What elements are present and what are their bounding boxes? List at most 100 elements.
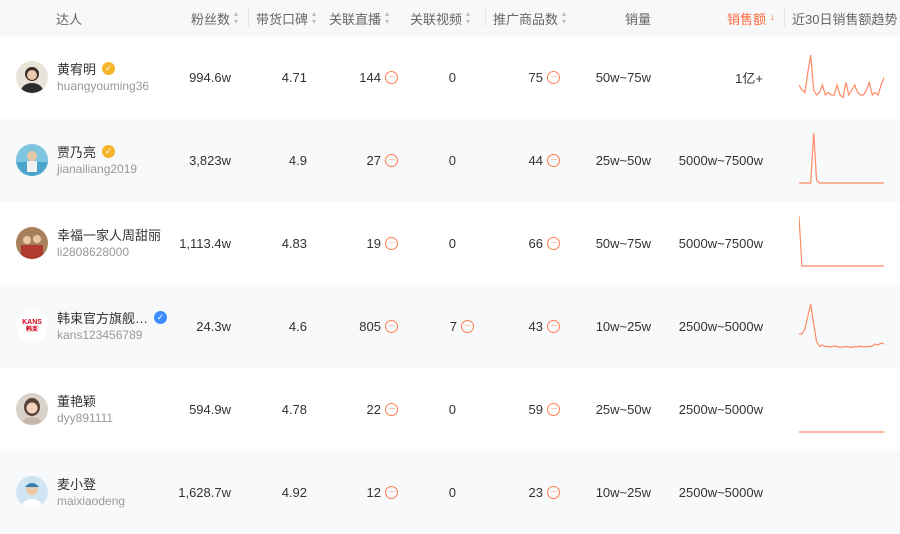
- creator-name[interactable]: 幸福一家人周甜丽: [57, 225, 161, 244]
- product-count: 59 ···: [500, 368, 560, 451]
- sales-amount: 1亿+: [735, 71, 763, 86]
- column-divider: [485, 9, 486, 27]
- more-dots-icon[interactable]: ···: [385, 486, 398, 499]
- table-row[interactable]: 董艳颖 dyy891111 594.9w 4.78 22 ··· 0 59 ··· …: [0, 368, 900, 451]
- product-count: 23 ···: [500, 451, 560, 534]
- more-dots-icon[interactable]: ···: [385, 154, 398, 167]
- fans-count: 1,628.7w: [178, 485, 231, 500]
- avatar[interactable]: [16, 227, 48, 259]
- sales-trend-sparkline: [799, 431, 884, 433]
- sales-volume: 25w~50w: [595, 153, 651, 168]
- creator-uid: maixiaodeng: [57, 494, 126, 508]
- table-row[interactable]: 贾乃亮 ✓ jianailiang2019 3,823w 4.9 27 ··· 0 …: [0, 119, 900, 202]
- column-divider: [784, 9, 785, 27]
- header-creator: 达人: [56, 11, 83, 27]
- video-count: 0: [448, 485, 456, 500]
- more-dots-icon[interactable]: ···: [547, 486, 560, 499]
- sales-volume: 10w~25w: [595, 319, 651, 334]
- avatar[interactable]: [16, 144, 48, 176]
- creator-name[interactable]: 贾乃亮 ✓: [57, 142, 116, 161]
- table-row[interactable]: 幸福一家人周甜丽 li2808628000 1,113.4w 4.83 19 ··…: [0, 202, 900, 285]
- product-count: 44 ···: [500, 119, 560, 202]
- creator-name[interactable]: 韩束官方旗舰… ✓: [57, 308, 168, 327]
- sales-volume: 10w~25w: [595, 485, 651, 500]
- video-count: 0: [448, 402, 456, 417]
- sales-amount: 5000w~7500w: [678, 153, 763, 168]
- fans-count: 24.3w: [196, 319, 231, 334]
- header-live[interactable]: 关联直播 ▴ ▾: [329, 0, 399, 36]
- sort-up-down-icon[interactable]: ▴ ▾: [385, 10, 389, 26]
- sparkline-path: [799, 54, 884, 99]
- sales-amount: 5000w~7500w: [678, 236, 763, 251]
- fans-count: 994.6w: [189, 70, 231, 85]
- creator-name[interactable]: 麦小登: [57, 474, 96, 493]
- creator-name[interactable]: 黄宥明 ✓: [57, 59, 116, 78]
- header-fans[interactable]: 粉丝数 ▴ ▾: [160, 0, 238, 36]
- reputation-score: 4.6: [288, 319, 307, 334]
- table-row[interactable]: 麦小登 maixiaodeng 1,628.7w 4.92 12 ··· 0 23…: [0, 451, 900, 534]
- live-count: 12 ···: [320, 451, 398, 534]
- product-count: 43 ···: [500, 285, 560, 368]
- table-row[interactable]: KANS 韩束 韩束官方旗舰… ✓ kans123456789 24.3w 4.6 …: [0, 285, 900, 368]
- more-dots-icon[interactable]: ···: [547, 154, 560, 167]
- product-count: 75 ···: [500, 36, 560, 119]
- sales-trend-sparkline: [799, 215, 884, 267]
- sales-volume: 50w~75w: [595, 236, 651, 251]
- more-dots-icon[interactable]: ···: [385, 71, 398, 84]
- table-row[interactable]: 黄宥明 ✓ huangyouming36 994.6w 4.71 144 ··· 0…: [0, 36, 900, 119]
- sparkline-path: [799, 303, 884, 349]
- avatar[interactable]: [16, 476, 48, 508]
- more-dots-icon[interactable]: ···: [547, 71, 560, 84]
- live-count: 27 ···: [320, 119, 398, 202]
- more-dots-icon[interactable]: ···: [385, 403, 398, 416]
- product-count: 66 ···: [500, 202, 560, 285]
- header-products[interactable]: 推广商品数 ▴ ▾: [493, 0, 573, 36]
- reputation-score: 4.83: [281, 236, 307, 251]
- reputation-score: 4.9: [288, 153, 307, 168]
- header-volume: 销量: [625, 11, 652, 27]
- sort-up-down-icon[interactable]: ▴ ▾: [562, 10, 566, 26]
- fans-count: 594.9w: [189, 402, 231, 417]
- video-count: 7 ···: [400, 285, 474, 368]
- creator-name[interactable]: 董艳颖: [57, 391, 96, 410]
- creator-uid: jianailiang2019: [57, 162, 138, 176]
- more-dots-icon[interactable]: ···: [385, 237, 398, 250]
- creator-uid: huangyouming36: [57, 79, 150, 93]
- kans-logo: KANS 韩束: [16, 310, 48, 342]
- header-video[interactable]: 关联视频 ▴ ▾: [410, 0, 482, 36]
- sales-amount: 2500w~5000w: [678, 402, 763, 417]
- sort-up-down-icon[interactable]: ▴ ▾: [466, 10, 470, 26]
- sales-volume: 25w~50w: [595, 402, 651, 417]
- more-dots-icon[interactable]: ···: [547, 320, 560, 333]
- more-dots-icon[interactable]: ···: [547, 403, 560, 416]
- creator-uid: dyy891111: [57, 411, 114, 425]
- header-trend: 近30日销售额趋势: [792, 11, 898, 27]
- live-count: 805 ···: [320, 285, 398, 368]
- sales-trend-sparkline: [799, 303, 884, 349]
- creator-uid: kans123456789: [57, 328, 143, 342]
- fans-count: 3,823w: [189, 153, 231, 168]
- fans-count: 1,113.4w: [179, 236, 231, 251]
- sparkline-path: [799, 132, 884, 184]
- header-reputation[interactable]: 带货口碑 ▴ ▾: [256, 0, 326, 36]
- table-header: 达人 粉丝数 ▴ ▾ 带货口碑 ▴ ▾ 关联直播 ▴ ▾ 关联视频 ▴ ▾ 推广商品数 ▴ ▾ 销量…: [0, 0, 900, 36]
- avatar[interactable]: [16, 61, 48, 93]
- avatar[interactable]: [16, 393, 48, 425]
- avatar[interactable]: KANS 韩束: [16, 310, 48, 342]
- video-count: 0: [448, 70, 456, 85]
- more-dots-icon[interactable]: ···: [385, 320, 398, 333]
- sort-up-down-icon[interactable]: ▴ ▾: [312, 10, 316, 26]
- creator-ranking-table: 达人 粉丝数 ▴ ▾ 带货口碑 ▴ ▾ 关联直播 ▴ ▾ 关联视频 ▴ ▾ 推广商品数 ▴ ▾ 销量…: [0, 0, 900, 534]
- header-sales[interactable]: 销售额 ↓: [700, 0, 775, 36]
- creator-uid: li2808628000: [57, 245, 130, 259]
- sales-amount: 2500w~5000w: [678, 319, 763, 334]
- video-count: 0: [448, 236, 456, 251]
- sort-up-down-icon[interactable]: ▴ ▾: [234, 10, 238, 26]
- verified-gold-badge-icon: ✓: [102, 145, 116, 158]
- sort-down-icon[interactable]: ↓: [770, 13, 775, 23]
- live-count: 22 ···: [320, 368, 398, 451]
- reputation-score: 4.78: [281, 402, 307, 417]
- more-dots-icon[interactable]: ···: [461, 320, 474, 333]
- more-dots-icon[interactable]: ···: [547, 237, 560, 250]
- video-count: 0: [448, 153, 456, 168]
